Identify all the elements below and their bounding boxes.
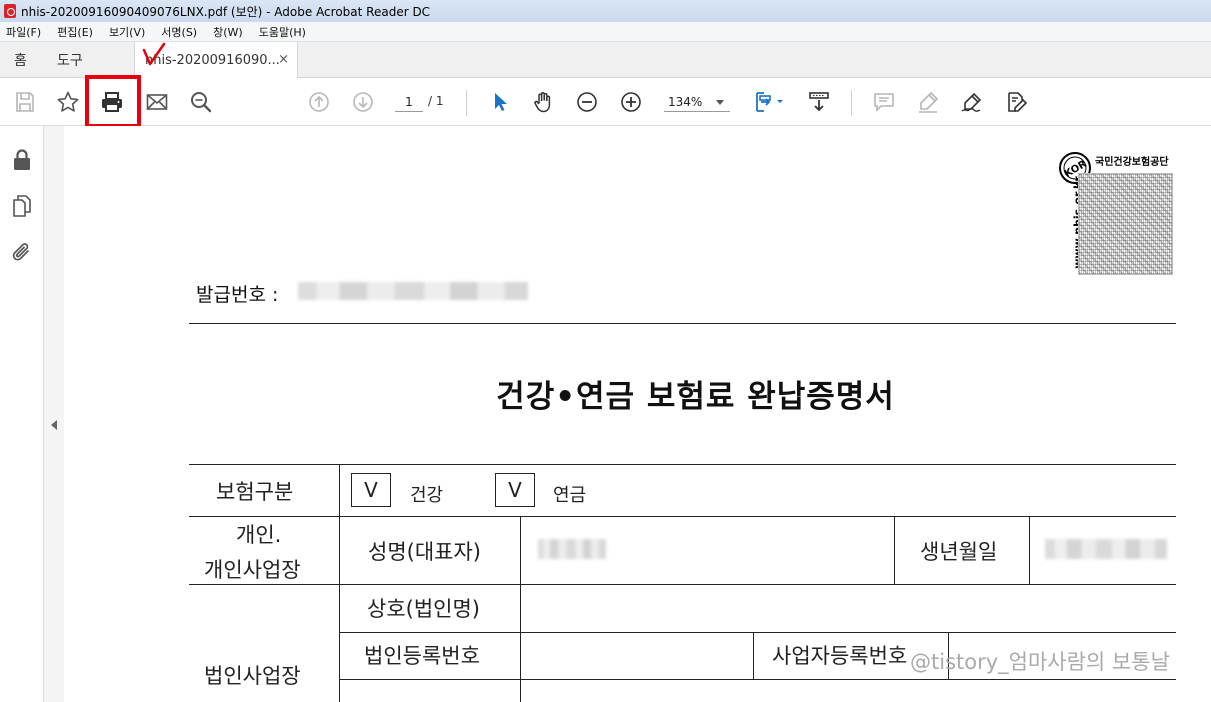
individual-label-line2: 개인사업장: [204, 558, 301, 582]
table-line: [189, 464, 1176, 465]
attachment-icon[interactable]: [10, 240, 34, 264]
menu-window[interactable]: 창(W): [213, 24, 243, 40]
table-line: [753, 632, 754, 679]
corp-business-label: 법인사업장: [204, 664, 301, 688]
biz-reg-number-label: 사업자등록번호: [772, 644, 908, 668]
chevron-down-icon: [716, 100, 724, 105]
nhis-logo: KOR 국민건강보험공단 www.nhis.or.kr: [1058, 151, 1178, 281]
navigation-pane: [0, 126, 44, 702]
redacted-issue-number: [298, 282, 528, 300]
print-highlight-box: [85, 75, 141, 128]
select-cursor-icon: [495, 93, 507, 111]
menu-file[interactable]: 파일(F): [6, 24, 41, 40]
document-title: 건강•연금 보험료 완납증명서: [496, 379, 895, 415]
page-total: / 1: [428, 94, 444, 108]
chevron-left-icon: [51, 420, 57, 430]
table-line: [189, 584, 1176, 585]
table-line: [894, 516, 895, 584]
sign-button[interactable]: [958, 88, 986, 116]
header-rule: [189, 323, 1176, 324]
menu-sign[interactable]: 서명(S): [161, 24, 197, 40]
pension-checkbox: V: [495, 473, 535, 507]
next-page-button[interactable]: [349, 88, 377, 116]
pages-icon[interactable]: [10, 194, 34, 218]
next-page-icon: [353, 92, 373, 112]
table-line: [339, 464, 340, 702]
toolbar-divider: [466, 90, 467, 116]
find-button[interactable]: [187, 88, 215, 116]
watermark-text: @tistory_엄마사람의 보통날: [910, 650, 1170, 674]
sign-icon: [961, 92, 982, 112]
issue-number-label: 발급번호 :: [196, 284, 279, 306]
edit-pdf-button[interactable]: [1002, 88, 1030, 116]
table-line: [520, 516, 521, 702]
fit-page-button[interactable]: [750, 88, 788, 116]
red-check-annotation-icon: [142, 42, 166, 66]
scroll-mode-button[interactable]: [805, 88, 833, 116]
comment-button[interactable]: [870, 88, 898, 116]
zoom-level-select[interactable]: 134%: [664, 92, 730, 112]
collapse-pane-handle[interactable]: [44, 126, 64, 702]
fit-page-icon: [756, 92, 783, 112]
menu-view[interactable]: 보기(V): [109, 24, 145, 40]
table-line: [340, 679, 1176, 680]
health-checkbox: V: [351, 473, 391, 507]
prev-page-icon: [309, 92, 329, 112]
zoom-value: 134%: [668, 95, 703, 109]
zoom-out-button[interactable]: [573, 88, 601, 116]
save-button[interactable]: [11, 88, 39, 116]
tab-home[interactable]: 홈: [14, 42, 27, 78]
zoom-in-button[interactable]: [617, 88, 645, 116]
table-line: [340, 632, 1176, 633]
comment-icon: [874, 93, 894, 112]
barcode-image: [1078, 173, 1173, 275]
org-name: 국민건강보험공단: [1095, 157, 1169, 168]
insurance-type-label: 보험구분: [216, 480, 294, 504]
corp-reg-number-label: 법인등록번호: [364, 644, 480, 668]
table-line: [1029, 516, 1030, 584]
table-line: [189, 516, 1176, 517]
title-bar: nhis-20200916090409076LNX.pdf (보안) - Ado…: [0, 0, 1211, 22]
redacted-birth-date: [1045, 539, 1167, 559]
save-icon: [16, 92, 34, 112]
tab-tools[interactable]: 도구: [57, 42, 83, 78]
menu-help[interactable]: 도움말(H): [259, 24, 306, 40]
close-tab-icon[interactable]: ×: [278, 52, 289, 67]
page-number-input[interactable]: 1: [395, 92, 423, 112]
search-zoom-icon: [191, 92, 212, 113]
redacted-name: [538, 539, 606, 559]
highlight-button[interactable]: [914, 88, 942, 116]
star-icon: [57, 91, 79, 112]
hand-tool-icon: [534, 92, 551, 113]
menu-bar: 파일(F) 편집(E) 보기(V) 서명(S) 창(W) 도움말(H): [0, 22, 1211, 42]
email-icon: [146, 94, 168, 110]
trade-name-label: 상호(법인명): [367, 597, 480, 621]
toolbar-divider: [851, 90, 852, 116]
previous-page-button[interactable]: [305, 88, 333, 116]
zoom-out-icon: [577, 92, 597, 112]
name-label: 성명(대표자): [368, 540, 481, 564]
tab-bar: 홈 도구 nhis-20200916090... ×: [0, 42, 1211, 79]
health-label: 건강: [410, 485, 444, 506]
pension-label: 연금: [553, 485, 587, 506]
hand-tool-button[interactable]: [529, 88, 557, 116]
pdf-app-icon: [4, 4, 16, 18]
select-tool-button[interactable]: [486, 88, 514, 116]
email-button[interactable]: [143, 88, 171, 116]
menu-edit[interactable]: 편집(E): [57, 24, 93, 40]
scroll-mode-icon: [809, 92, 829, 112]
window-title: nhis-20200916090409076LNX.pdf (보안) - Ado…: [21, 4, 431, 19]
individual-label-line1: 개인.: [236, 523, 282, 547]
toolbar: 1 / 1 134%: [0, 78, 1211, 126]
zoom-in-icon: [621, 92, 641, 112]
highlight-pen-icon: [919, 91, 939, 113]
document-viewport[interactable]: KOR 국민건강보험공단 www.nhis.or.kr 발급번호 : 건강•연금…: [64, 126, 1211, 702]
lock-icon[interactable]: [10, 148, 34, 172]
bookmark-button[interactable]: [54, 88, 82, 116]
edit-pdf-icon: [1008, 92, 1028, 112]
birth-date-label: 생년월일: [920, 540, 998, 564]
